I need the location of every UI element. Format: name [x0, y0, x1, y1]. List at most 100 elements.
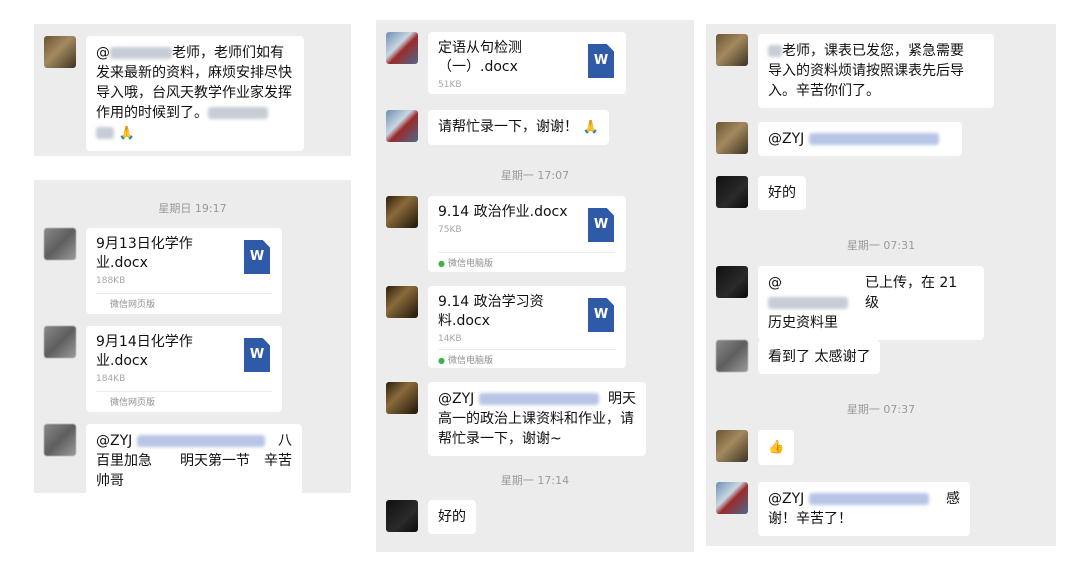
message-text: 百里加急 明天第一节 辛苦帅哥	[96, 453, 292, 489]
file-source: 微信网页版	[96, 391, 272, 409]
message-row: @ZYJ 感 谢！辛苦了！	[716, 482, 970, 536]
redacted-name	[808, 133, 939, 145]
file-size: 51KB	[438, 80, 462, 90]
avatar[interactable]	[716, 482, 748, 514]
mention: @ZYJ	[768, 491, 805, 507]
message-text: 历史资料里	[768, 315, 838, 331]
message-text: 好的	[438, 509, 466, 525]
message-row: 请帮忙录一下，谢谢！ 🙏	[386, 110, 609, 145]
avatar[interactable]	[386, 196, 418, 228]
message-row: 好的	[716, 176, 806, 210]
avatar[interactable]	[386, 32, 418, 64]
message-text: 导入的资料烦请按照课表先后导入。辛苦你们了。	[768, 63, 964, 99]
message-row: 9月13日化学作业.docx 188KB W 微信网页版	[44, 228, 282, 314]
avatar[interactable]	[716, 176, 748, 208]
timestamp: 星期一 17:14	[500, 474, 570, 487]
file-size: 14KB	[438, 334, 462, 344]
avatar[interactable]	[716, 430, 748, 462]
redacted-name	[808, 493, 929, 505]
file-name: 定语从句检测（一）.docx	[438, 40, 522, 75]
message-row: 👍	[716, 430, 795, 465]
file-message[interactable]: 定语从句检测（一）.docx 51KB W	[428, 32, 626, 94]
message-text: 已上传，在 21 级	[864, 275, 958, 311]
avatar[interactable]	[44, 424, 76, 456]
message-row: 看到了 太感谢了	[716, 340, 881, 374]
chat-panel-2: 星期日 19:17 9月13日化学作业.docx 188KB W 微信网页版 9…	[34, 180, 351, 493]
mention: @	[768, 275, 782, 291]
word-doc-icon: W	[588, 208, 614, 242]
file-message[interactable]: 9.14 政治作业.docx 75KB W ● 微信电脑版	[428, 196, 626, 272]
file-message[interactable]: 9月13日化学作业.docx 188KB W 微信网页版	[86, 228, 282, 314]
message-row: 9.14 政治学习资料.docx 14KB W ● 微信电脑版	[386, 286, 626, 368]
message-text: 感	[946, 491, 960, 507]
message-bubble[interactable]: @ZYJ 感 谢！辛苦了！	[758, 482, 970, 536]
file-source: 微信电脑版	[447, 356, 493, 366]
pray-emoji-icon: 🙏	[118, 126, 135, 141]
pray-emoji-icon: 🙏	[582, 120, 599, 135]
file-name: 9月14日化学作业.docx	[96, 334, 193, 369]
wechat-icon: ●	[438, 356, 445, 365]
avatar[interactable]	[386, 110, 418, 142]
redacted-text	[96, 127, 114, 139]
message-text: 高一的政治上课资料和作业，请帮忙录一下，谢谢~	[438, 411, 634, 447]
file-name: 9.14 政治作业.docx	[438, 204, 568, 220]
avatar[interactable]	[44, 36, 76, 68]
word-doc-icon: W	[244, 240, 270, 274]
message-row: @ 已上传，在 21 级 历史资料里	[716, 266, 984, 340]
message-text: 明天	[608, 391, 636, 407]
chat-panel-3: 定语从句检测（一）.docx 51KB W 请帮忙录一下，谢谢！ 🙏 星期一 1…	[376, 20, 694, 552]
avatar[interactable]	[44, 326, 76, 358]
message-text: 好的	[768, 185, 796, 201]
chat-panel-4: 老师，课表已发您，紧急需要 导入的资料烦请按照课表先后导入。辛苦你们了。 @ZY…	[706, 24, 1056, 546]
avatar[interactable]	[386, 286, 418, 318]
message-bubble[interactable]: @ 已上传，在 21 级 历史资料里	[758, 266, 984, 340]
avatar[interactable]	[716, 34, 748, 66]
message-row: @ZYJ 明天 高一的政治上课资料和作业，请帮忙录一下，谢谢~	[386, 382, 646, 456]
word-doc-icon: W	[588, 298, 614, 332]
avatar[interactable]	[716, 340, 748, 372]
avatar[interactable]	[386, 500, 418, 532]
file-name: 9月13日化学作业.docx	[96, 236, 193, 271]
file-name: 9.14 政治学习资料.docx	[438, 294, 544, 329]
message-bubble[interactable]: 看到了 太感谢了	[758, 340, 881, 374]
file-message[interactable]: 9月14日化学作业.docx 184KB W 微信网页版	[86, 326, 282, 412]
message-bubble[interactable]: @ZYJ	[758, 122, 962, 156]
message-bubble[interactable]: 好的	[428, 500, 476, 534]
message-text: 谢！辛苦了！	[768, 511, 852, 527]
message-bubble[interactable]: @ZYJ 八 百里加急 明天第一节 辛苦帅哥	[86, 424, 302, 493]
word-doc-icon: W	[244, 338, 270, 372]
avatar[interactable]	[386, 382, 418, 414]
message-row: 9.14 政治作业.docx 75KB W ● 微信电脑版	[386, 196, 626, 272]
word-doc-icon: W	[588, 44, 614, 78]
file-message[interactable]: 9.14 政治学习资料.docx 14KB W ● 微信电脑版	[428, 286, 626, 368]
message-row: 好的	[386, 500, 476, 534]
message-bubble[interactable]: 老师，课表已发您，紧急需要 导入的资料烦请按照课表先后导入。辛苦你们了。	[758, 34, 994, 108]
message-text: 请帮忙录一下，谢谢！	[438, 119, 578, 135]
file-source: 微信电脑版	[447, 259, 493, 269]
thumbs-up-emoji-icon: 👍	[768, 440, 785, 455]
mention: @ZYJ	[96, 433, 133, 449]
redacted-name	[768, 297, 848, 309]
timestamp: 星期一 17:07	[500, 169, 570, 182]
file-size: 188KB	[96, 276, 126, 286]
message-row: @ZYJ	[716, 122, 962, 156]
timestamp: 星期一 07:37	[846, 403, 916, 416]
message-row: 9月14日化学作业.docx 184KB W 微信网页版	[44, 326, 282, 412]
avatar[interactable]	[716, 122, 748, 154]
message-text: 老师，课表已发您，紧急需要	[782, 43, 964, 59]
message-bubble[interactable]: @ZYJ 明天 高一的政治上课资料和作业，请帮忙录一下，谢谢~	[428, 382, 646, 456]
message-bubble[interactable]: 请帮忙录一下，谢谢！ 🙏	[428, 110, 609, 145]
message-row: @ 老师，老师们如有发来最新的资料，麻烦安排尽快导入哦，台风天教学作业家发挥作用的…	[44, 36, 304, 151]
file-size: 184KB	[96, 374, 126, 384]
timestamp: 星期一 07:31	[846, 239, 916, 252]
mention: @ZYJ	[768, 131, 805, 147]
redacted-text	[208, 107, 268, 119]
message-text: 看到了 太感谢了	[768, 349, 871, 365]
avatar[interactable]	[44, 228, 76, 260]
message-bubble[interactable]: 好的	[758, 176, 806, 210]
message-bubble[interactable]: 👍	[758, 430, 795, 465]
message-bubble[interactable]: @ 老师，老师们如有发来最新的资料，麻烦安排尽快导入哦，台风天教学作业家发挥作用的…	[86, 36, 304, 151]
message-row: 定语从句检测（一）.docx 51KB W	[386, 32, 626, 94]
message-text: 八	[278, 433, 292, 449]
avatar[interactable]	[716, 266, 748, 298]
